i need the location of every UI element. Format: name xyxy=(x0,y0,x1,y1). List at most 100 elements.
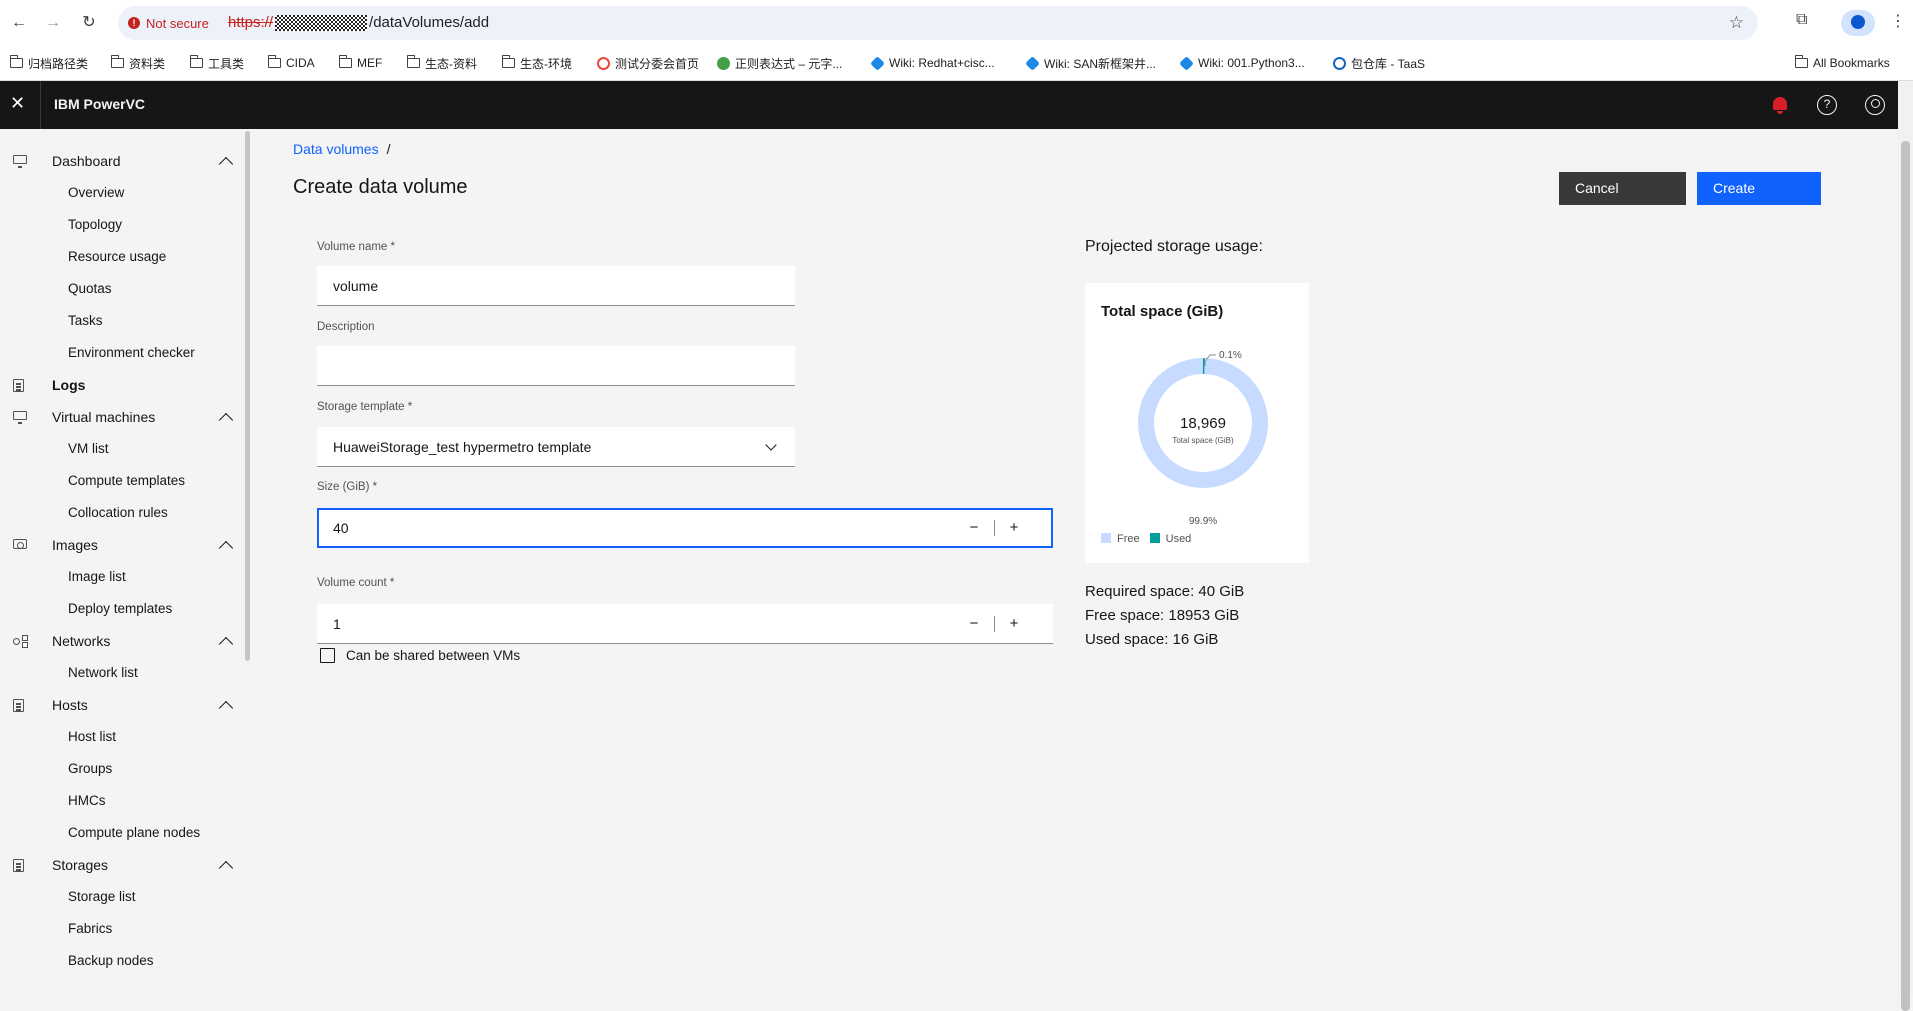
free-space: Free space: 18953 GiB xyxy=(1085,604,1244,628)
size-decrement-button[interactable]: − xyxy=(955,510,993,546)
sidebar-item-hmcs[interactable]: HMCs xyxy=(68,791,106,811)
sidebar-item-topology[interactable]: Topology xyxy=(68,215,122,235)
bookmark-item[interactable]: Wiki: SAN新框架井... xyxy=(1026,54,1156,72)
volume-count-input[interactable]: 1 − + xyxy=(317,604,1053,644)
site-icon xyxy=(870,56,885,71)
reload-icon[interactable]: ↻ xyxy=(78,12,100,34)
address-bar[interactable]: ! Not secure https:// /dataVolumes/add ☆ xyxy=(118,6,1758,40)
sidebar-item-vm-list[interactable]: VM list xyxy=(68,439,109,459)
sidebar-section-virtual-machines[interactable]: Virtual machines xyxy=(0,402,245,432)
url-text[interactable]: https:// /dataVolumes/add xyxy=(228,14,489,31)
bookmark-item[interactable]: MEF xyxy=(339,54,382,72)
bookmark-item[interactable]: 工具类 xyxy=(190,54,244,72)
sidebar-item-host-list[interactable]: Host list xyxy=(68,727,116,747)
extensions-icon[interactable]: ⧉ xyxy=(1796,11,1807,29)
sidebar-item-quotas[interactable]: Quotas xyxy=(68,279,112,299)
create-button[interactable]: Create xyxy=(1697,172,1821,205)
folder-icon xyxy=(339,58,352,68)
forward-icon[interactable]: → xyxy=(42,12,64,34)
notification-bell-icon[interactable] xyxy=(1770,95,1790,115)
storage-stats: Required space: 40 GiB Free space: 18953… xyxy=(1085,580,1244,652)
sidebar-section-images[interactable]: Images xyxy=(0,530,245,560)
chart-legend: Free Used xyxy=(1101,533,1191,545)
sidebar-section-dashboard[interactable]: Dashboard xyxy=(0,146,245,176)
bookmark-item[interactable]: 生态-环境 xyxy=(502,54,572,72)
sidebar-item-groups[interactable]: Groups xyxy=(68,759,112,779)
total-value: 18,969 xyxy=(1180,415,1226,432)
warning-icon: ! xyxy=(128,17,140,29)
all-bookmarks[interactable]: All Bookmarks xyxy=(1795,54,1890,72)
user-profile-icon[interactable] xyxy=(1865,95,1885,115)
close-icon[interactable]: ✕ xyxy=(10,93,25,114)
folder-icon xyxy=(1795,58,1808,68)
sidebar-item-resource-usage[interactable]: Resource usage xyxy=(68,247,166,267)
folder-icon xyxy=(190,58,203,68)
volume-name-input[interactable]: volume xyxy=(317,266,795,306)
bookmark-item[interactable]: Wiki: Redhat+cisc... xyxy=(871,54,995,72)
bookmark-item[interactable]: Wiki: 001.Python3... xyxy=(1180,54,1305,72)
sidebar-item-compute-templates[interactable]: Compute templates xyxy=(68,471,185,491)
sidebar-item-collocation-rules[interactable]: Collocation rules xyxy=(68,503,168,523)
volume-count-decrement-button[interactable]: − xyxy=(955,604,993,643)
sidebar-item-environment-checker[interactable]: Environment checker xyxy=(68,343,195,363)
bookmark-item[interactable]: 归档路径类 xyxy=(10,54,88,72)
menu-icon[interactable]: ⋮ xyxy=(1890,11,1906,31)
storage-donut-chart: 0.1% 18,969 Total space (GiB) 99.9% xyxy=(1085,343,1309,533)
used-space: Used space: 16 GiB xyxy=(1085,628,1244,652)
chart-title: Total space (GiB) xyxy=(1101,303,1223,320)
sidebar-section-networks[interactable]: Networks xyxy=(0,626,245,656)
bookmark-item[interactable]: 生态-资料 xyxy=(407,54,477,72)
log-icon xyxy=(13,379,24,392)
camera-icon xyxy=(13,539,27,549)
sidebar-item-backup-nodes[interactable]: Backup nodes xyxy=(68,951,154,971)
sidebar-item-overview[interactable]: Overview xyxy=(68,183,124,203)
app-header: ✕ IBM PowerVC ? xyxy=(0,81,1898,129)
sidebar-scrollbar[interactable] xyxy=(245,131,250,661)
page-scrollbar[interactable]: ▲ xyxy=(1898,81,1913,994)
app-brand[interactable]: IBM PowerVC xyxy=(54,96,145,112)
security-indicator[interactable]: ! Not secure xyxy=(128,14,209,32)
bookmark-star-icon[interactable]: ☆ xyxy=(1729,13,1744,33)
size-input[interactable]: 40 − + xyxy=(317,508,1053,548)
shared-checkbox-label[interactable]: Can be shared between VMs xyxy=(346,648,520,663)
sidebar-item-deploy-templates[interactable]: Deploy templates xyxy=(68,599,172,619)
scrollbar-thumb[interactable] xyxy=(1901,141,1910,1011)
security-label: Not secure xyxy=(146,16,209,31)
chevron-up-icon[interactable] xyxy=(219,637,233,651)
sidebar-item-storage-list[interactable]: Storage list xyxy=(68,887,136,907)
chevron-up-icon[interactable] xyxy=(219,701,233,715)
sidebar-section-logs[interactable]: Logs xyxy=(0,370,245,400)
browser-toolbar: ← → ↻ ! Not secure https:// /dataVolumes… xyxy=(0,0,1913,45)
sidebar-item-compute-plane-nodes[interactable]: Compute plane nodes xyxy=(68,823,200,843)
sidebar-section-storages[interactable]: Storages xyxy=(0,850,245,880)
legend-free: Free xyxy=(1101,533,1140,545)
site-icon xyxy=(597,57,610,70)
profile-avatar[interactable] xyxy=(1841,10,1875,36)
bookmark-item[interactable]: 资料类 xyxy=(111,54,165,72)
bookmark-item[interactable]: 正则表达式 – 元字... xyxy=(717,54,842,72)
bookmark-item[interactable]: 包仓库 - TaaS xyxy=(1333,54,1425,72)
chevron-up-icon[interactable] xyxy=(219,861,233,875)
storage-chart-card: Total space (GiB) 0.1% 18,969 Total spac… xyxy=(1085,283,1309,563)
help-icon[interactable]: ? xyxy=(1817,95,1837,115)
storage-template-select[interactable]: HuaweiStorage_test hypermetro template xyxy=(317,427,795,467)
bookmark-item[interactable]: 测试分委会首页 xyxy=(597,54,699,72)
cancel-button[interactable]: Cancel xyxy=(1559,172,1686,205)
description-input[interactable] xyxy=(317,346,795,386)
redacted-host xyxy=(275,15,367,31)
chevron-up-icon[interactable] xyxy=(219,413,233,427)
sidebar-item-network-list[interactable]: Network list xyxy=(68,663,138,683)
sidebar-item-tasks[interactable]: Tasks xyxy=(68,311,103,331)
sidebar-section-hosts[interactable]: Hosts xyxy=(0,690,245,720)
sidebar-item-image-list[interactable]: Image list xyxy=(68,567,126,587)
breadcrumb-data-volumes-link[interactable]: Data volumes xyxy=(293,141,379,157)
volume-count-increment-button[interactable]: + xyxy=(995,604,1033,643)
bookmark-item[interactable]: CIDA xyxy=(268,54,315,72)
chevron-up-icon[interactable] xyxy=(219,541,233,555)
legend-free-swatch xyxy=(1101,533,1111,543)
size-increment-button[interactable]: + xyxy=(995,510,1033,546)
chevron-up-icon[interactable] xyxy=(219,157,233,171)
back-icon[interactable]: ← xyxy=(8,12,30,34)
shared-checkbox[interactable] xyxy=(320,648,335,663)
sidebar-item-fabrics[interactable]: Fabrics xyxy=(68,919,112,939)
